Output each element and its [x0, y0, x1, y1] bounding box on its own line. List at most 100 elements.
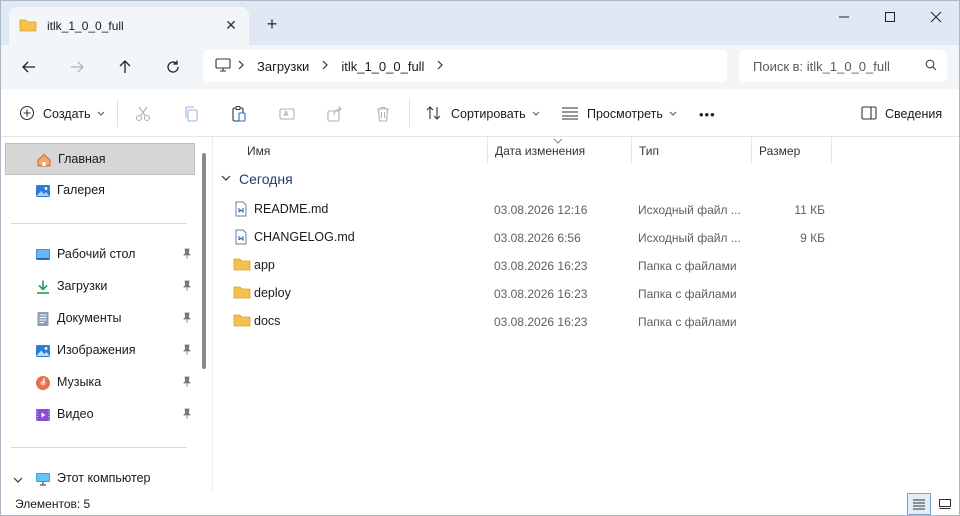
arrow-up-icon — [119, 60, 131, 73]
minimize-button[interactable] — [821, 1, 867, 33]
refresh-button[interactable] — [159, 53, 187, 81]
maximize-icon — [885, 12, 895, 22]
sidebar-item-this-pc[interactable]: Этот компьютер — [5, 463, 195, 495]
pin-icon[interactable] — [181, 408, 193, 420]
pin-icon[interactable] — [181, 248, 193, 260]
toolbar-divider — [409, 99, 410, 127]
cut-button[interactable] — [133, 104, 153, 124]
file-date: 03.08.2026 16:23 — [494, 259, 588, 273]
tab-close-icon[interactable]: ✕ — [223, 17, 239, 33]
folder-icon — [233, 285, 251, 301]
search-placeholder: Поиск в: itlk_1_0_0_full — [753, 58, 890, 74]
pictures-icon — [35, 343, 51, 359]
sidebar-item-pictures[interactable]: Изображения — [5, 335, 195, 367]
sidebar-item-label: Изображения — [57, 343, 136, 357]
search-icon — [925, 59, 937, 74]
group-label: Сегодня — [239, 171, 293, 187]
computer-icon — [215, 57, 231, 75]
file-type: Папка с файлами — [638, 287, 737, 301]
sidebar-item-gallery[interactable]: Галерея — [5, 175, 195, 207]
sidebar-scrollbar[interactable] — [202, 153, 206, 369]
sort-button[interactable]: Сортировать — [425, 103, 540, 125]
new-tab-button[interactable]: + — [263, 15, 281, 33]
sidebar-item-documents[interactable]: Документы — [5, 303, 195, 335]
file-list-pane: Имя Дата изменения Тип Размер Сегодня RE… — [213, 137, 959, 493]
paste-button[interactable] — [229, 104, 249, 124]
tiles-view-button[interactable] — [933, 493, 957, 515]
column-header-type-label: Тип — [639, 144, 660, 158]
pin-icon[interactable] — [181, 376, 193, 388]
group-collapse-icon[interactable] — [221, 174, 231, 185]
file-name: CHANGELOG.md — [254, 230, 355, 244]
details-pane-button[interactable]: Сведения — [861, 103, 942, 125]
back-button[interactable] — [15, 53, 43, 81]
sidebar-item-label: Видео — [57, 407, 94, 421]
sidebar-item-label: Галерея — [57, 183, 105, 197]
details-view-button[interactable] — [907, 493, 931, 515]
up-button[interactable] — [111, 53, 139, 81]
close-icon — [930, 11, 942, 23]
group-header-today[interactable]: Сегодня — [221, 171, 293, 187]
rename-button[interactable] — [277, 104, 297, 124]
column-header-type[interactable]: Тип — [631, 139, 751, 163]
refresh-icon — [167, 60, 179, 73]
copy-button[interactable] — [181, 104, 201, 124]
file-name: README.md — [254, 202, 329, 216]
address-bar[interactable]: Загрузки itlk_1_0_0_full — [203, 50, 727, 82]
pin-icon[interactable] — [181, 312, 193, 324]
sidebar-item-home[interactable]: Главная — [5, 143, 195, 175]
more-options-button[interactable]: ••• — [699, 103, 716, 125]
chevron-down-icon — [532, 109, 540, 119]
close-window-button[interactable] — [913, 1, 959, 33]
maximize-button[interactable] — [867, 1, 913, 33]
clipboard-icon — [232, 106, 246, 122]
chevron-down-icon — [97, 109, 105, 119]
create-button[interactable]: Создать — [19, 103, 105, 125]
tab-current[interactable]: itlk_1_0_0_full ✕ — [9, 7, 249, 45]
file-type: Исходный файл ... — [638, 231, 741, 245]
desktop-icon — [35, 247, 51, 263]
sidebar-item-music[interactable]: Музыка — [5, 367, 195, 399]
expand-chevron-icon[interactable] — [13, 473, 23, 487]
sidebar-item-label: Загрузки — [57, 279, 108, 293]
gallery-icon — [35, 183, 51, 199]
pin-icon[interactable] — [181, 280, 193, 292]
file-date: 03.08.2026 16:23 — [494, 287, 588, 301]
forward-button[interactable] — [63, 53, 91, 81]
details-view-icon — [913, 499, 925, 510]
pin-icon[interactable] — [181, 344, 193, 356]
tab-title: itlk_1_0_0_full — [47, 19, 124, 33]
home-icon — [36, 152, 52, 168]
address-row: Загрузки itlk_1_0_0_full Поиск в: itlk_1… — [1, 45, 959, 89]
share-button[interactable] — [325, 104, 345, 124]
computer-icon — [35, 471, 51, 487]
sidebar-item-label: Документы — [57, 311, 122, 325]
sidebar-item-video[interactable]: Видео — [5, 399, 195, 431]
view-button[interactable]: Просмотреть — [561, 103, 677, 125]
file-type: Папка с файлами — [638, 315, 737, 329]
column-header-date[interactable]: Дата изменения — [487, 139, 631, 163]
sidebar-item-desktop[interactable]: Рабочий стол — [5, 239, 195, 271]
file-explorer-window: itlk_1_0_0_full ✕ + Загрузки itlk_1_0_0_… — [0, 0, 960, 516]
title-bar: itlk_1_0_0_full ✕ + — [1, 1, 959, 45]
column-header-size[interactable]: Размер — [751, 139, 831, 163]
sidebar-item-label: Музыка — [57, 375, 102, 389]
column-separator[interactable] — [831, 137, 832, 163]
download-icon — [35, 279, 51, 295]
folder-row[interactable]: app 03.08.2026 16:23 Папка с файлами — [213, 251, 959, 279]
sidebar-item-downloads[interactable]: Загрузки — [5, 271, 195, 303]
file-date: 03.08.2026 12:16 — [494, 203, 588, 217]
command-bar: Создать Сортировать Просмотреть ••• Свед… — [1, 89, 959, 137]
folder-row[interactable]: deploy 03.08.2026 16:23 Папка с файлами — [213, 279, 959, 307]
sidebar-divider — [11, 223, 187, 224]
folder-row[interactable]: docs 03.08.2026 16:23 Папка с файлами — [213, 307, 959, 335]
delete-button[interactable] — [373, 104, 393, 124]
file-row[interactable]: README.md 03.08.2026 12:16 Исходный файл… — [213, 195, 959, 223]
breadcrumb-expand-icon[interactable] — [436, 59, 444, 73]
file-row[interactable]: CHANGELOG.md 03.08.2026 6:56 Исходный фа… — [213, 223, 959, 251]
folder-icon — [233, 313, 251, 329]
breadcrumb-downloads[interactable]: Загрузки — [257, 59, 309, 74]
breadcrumb-current-folder[interactable]: itlk_1_0_0_full — [341, 59, 424, 74]
search-input[interactable]: Поиск в: itlk_1_0_0_full — [739, 50, 947, 82]
column-header-name[interactable]: Имя — [239, 139, 489, 163]
